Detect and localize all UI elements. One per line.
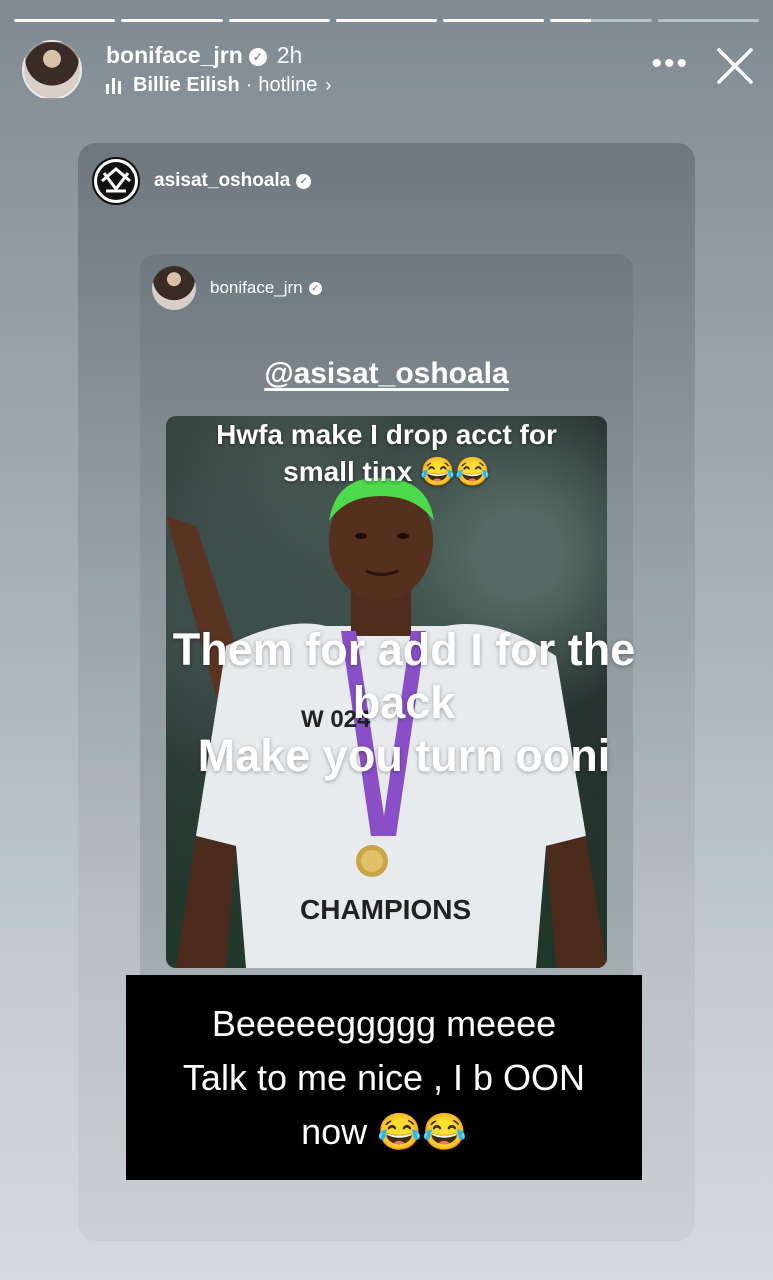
progress-segment bbox=[14, 19, 116, 22]
verified-badge-icon: ✓ bbox=[248, 48, 267, 66]
username-text: boniface_jrn bbox=[106, 42, 243, 68]
progress-segment bbox=[228, 19, 330, 22]
progress-segment bbox=[657, 19, 759, 22]
verified-badge-icon: ✓ bbox=[308, 281, 322, 295]
close-icon[interactable] bbox=[715, 46, 755, 86]
photo-caption-line: Hwfa make I drop acct for bbox=[216, 419, 557, 450]
overlay-text-line: Make you turn ooni bbox=[197, 730, 611, 781]
mention-sticker[interactable]: @asisat_oshoala bbox=[140, 357, 633, 391]
progress-segment bbox=[550, 19, 652, 22]
story-header: boniface_jrn ✓ 2h Billie Eilish · hotline … bbox=[22, 40, 755, 100]
reposted-story-card[interactable]: asisat_oshoala ✓ boniface_jrn ✓ @asisat_… bbox=[78, 143, 695, 1241]
reply-text-line: Talk to me nice , I b OON bbox=[182, 1057, 586, 1098]
overlay-text-line: Them for add I for the bbox=[172, 624, 636, 675]
avatar[interactable] bbox=[22, 40, 82, 100]
photo-caption: Hwfa make I drop acct for small tinx 😂😂 bbox=[166, 416, 607, 490]
music-separator: · bbox=[245, 74, 253, 96]
music-artist: Billie Eilish bbox=[133, 74, 240, 96]
inner-story-header: boniface_jrn ✓ bbox=[152, 266, 322, 310]
shirt-text-bottom: CHAMPIONS bbox=[300, 894, 472, 925]
overlay-text-line: back bbox=[352, 677, 456, 728]
story-username[interactable]: boniface_jrn ✓ 2h bbox=[106, 42, 302, 69]
music-attribution[interactable]: Billie Eilish · hotline › bbox=[106, 74, 331, 97]
overlay-text: Them for add I for the back Make you tur… bbox=[74, 623, 734, 782]
progress-segment-fill bbox=[228, 19, 330, 22]
avatar[interactable] bbox=[152, 266, 196, 310]
repost-header: asisat_oshoala ✓ bbox=[92, 157, 312, 205]
music-bars-icon bbox=[106, 77, 121, 94]
reply-text-line: Beeeeeggggg meeee bbox=[211, 1003, 557, 1044]
inner-username[interactable]: boniface_jrn bbox=[210, 278, 303, 298]
progress-segment-fill bbox=[14, 19, 116, 22]
progress-segment bbox=[335, 19, 438, 22]
repost-username[interactable]: asisat_oshoala bbox=[154, 170, 290, 192]
photo-caption-line: small tinx 😂😂 bbox=[283, 456, 490, 487]
avatar[interactable] bbox=[92, 157, 140, 205]
brand-logo-icon bbox=[97, 162, 135, 200]
progress-segment-fill bbox=[550, 19, 591, 22]
reply-text-line: now 😂😂 bbox=[301, 1111, 467, 1152]
music-song: hotline bbox=[258, 74, 318, 96]
verified-badge-icon: ✓ bbox=[296, 173, 312, 189]
reply-text-box: Beeeeeggggg meeee Talk to me nice , I b … bbox=[126, 975, 642, 1180]
story-time: 2h bbox=[276, 42, 303, 68]
progress-segment bbox=[443, 19, 545, 22]
story-progress-bar bbox=[14, 19, 759, 22]
more-horizontal-icon[interactable]: ••• bbox=[651, 49, 689, 79]
progress-segment bbox=[121, 19, 223, 22]
progress-segment-fill bbox=[335, 19, 438, 22]
progress-segment-fill bbox=[121, 19, 223, 22]
progress-segment-fill bbox=[443, 19, 545, 22]
chevron-right-icon: › bbox=[325, 75, 332, 95]
